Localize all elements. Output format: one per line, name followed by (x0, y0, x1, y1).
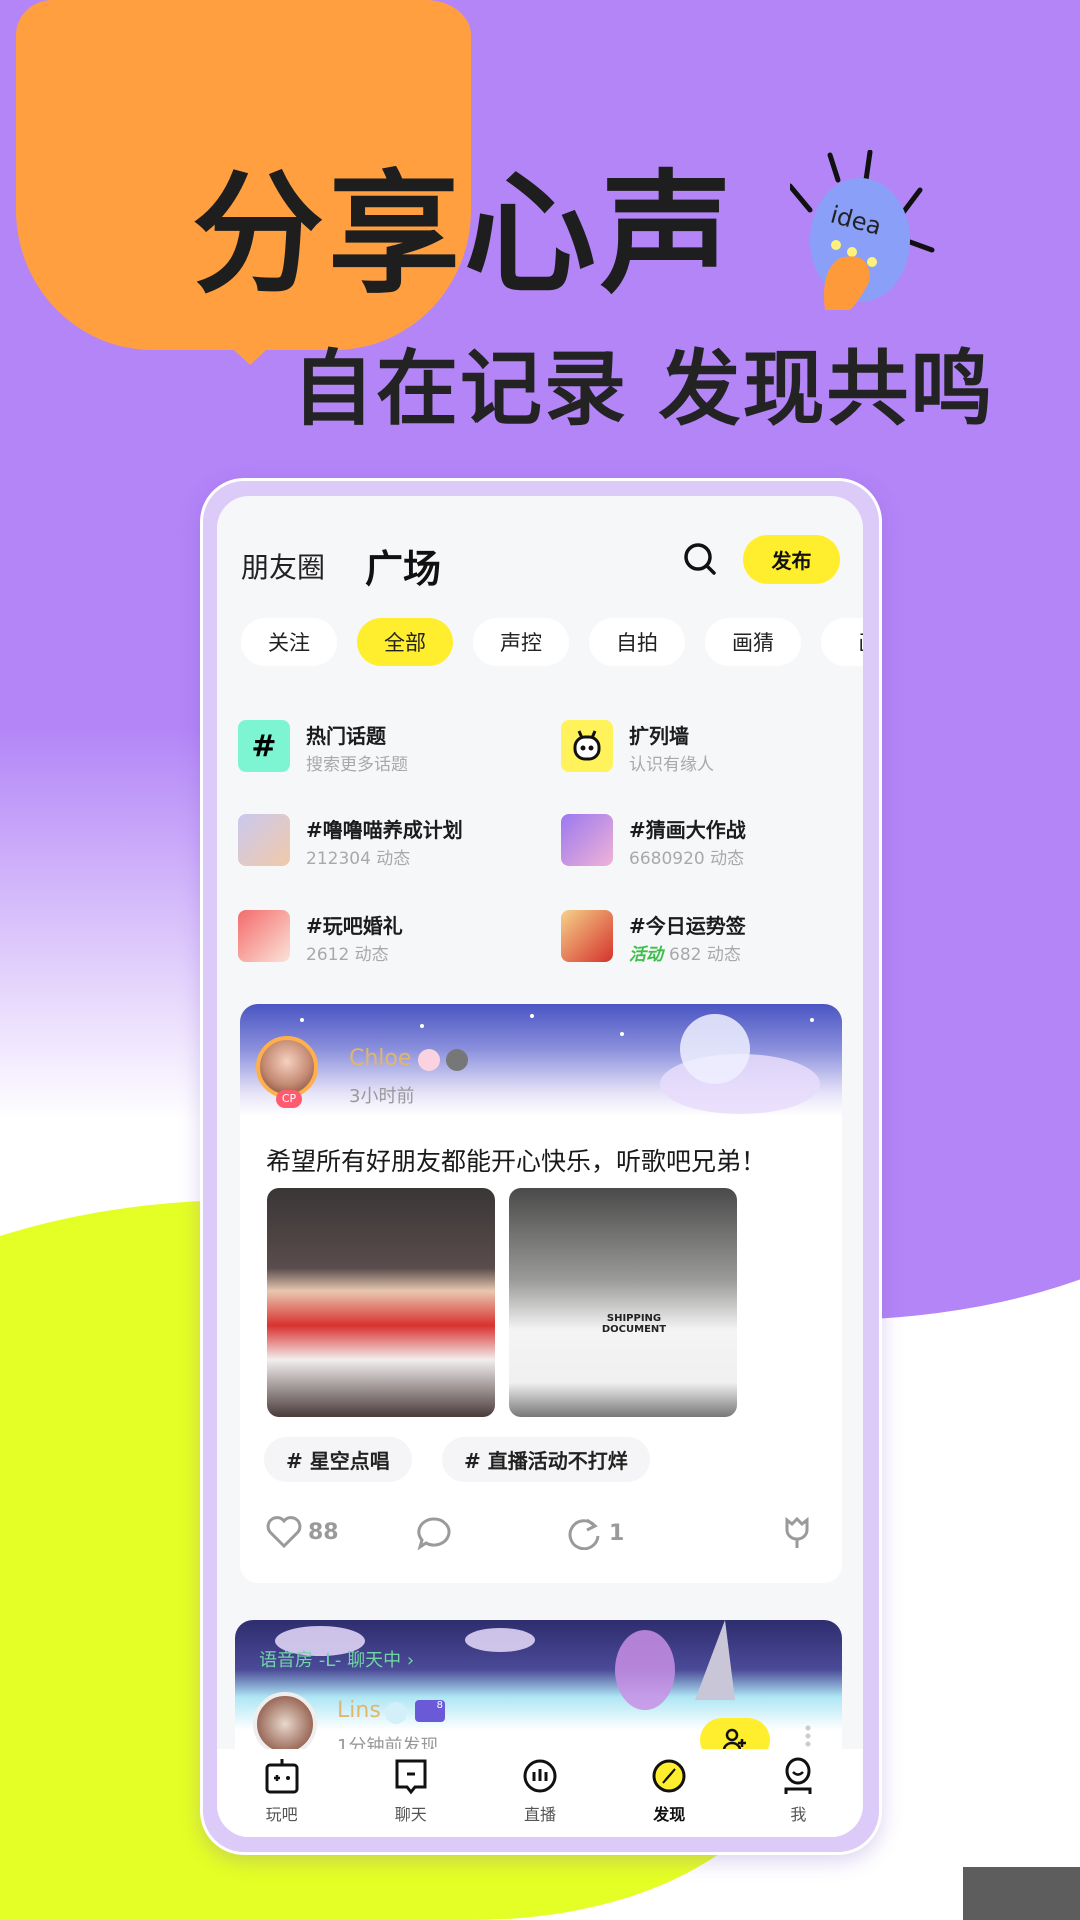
like-button[interactable]: 88 (266, 1516, 339, 1548)
chip-selfie[interactable]: 自拍 (589, 618, 685, 666)
chat-icon (395, 1759, 427, 1795)
activity-badge: 活动 (629, 945, 663, 965)
hash-icon: # (238, 720, 290, 772)
topic-title: #今日运势签 (629, 914, 746, 938)
chip-voice[interactable]: 声控 (473, 618, 569, 666)
gift-flower-button[interactable] (782, 1516, 812, 1550)
wedding-thumbnail (238, 910, 290, 962)
topic-sub: 活动 682 动态 (629, 940, 741, 965)
share-button[interactable]: 1 (567, 1516, 624, 1550)
user-avatar[interactable] (253, 1692, 317, 1756)
topic-title: #玩吧婚礼 (306, 914, 403, 938)
topic-title: 热门话题 (306, 724, 386, 748)
topic-title: #噜噜喵养成计划 (306, 818, 463, 842)
app-screen: 朋友圈 广场 发布 关注 全部 声控 自拍 画猜 画 # 热门话题 搜索更多话题… (217, 496, 863, 1837)
post-photo-1[interactable] (267, 1188, 495, 1417)
user-avatar[interactable] (256, 1036, 318, 1098)
category-chips: 关注 全部 声控 自拍 画猜 画 (241, 618, 863, 666)
topic-title: #猜画大作战 (629, 818, 746, 842)
tab-label: 直播 (524, 1805, 557, 1824)
profile-icon (784, 1757, 812, 1794)
share-count: 1 (609, 1520, 625, 1546)
post-banner (240, 1004, 842, 1116)
tab-label: 玩吧 (265, 1805, 298, 1824)
publish-button[interactable]: 发布 (743, 535, 840, 584)
idea-bulb-icon: idea (790, 150, 935, 310)
post-time: 3小时前 (349, 1086, 415, 1107)
shirt-print-text: SHIPPING DOCUMENT (601, 1313, 667, 1335)
flower-icon (785, 1516, 809, 1548)
chip-draw-guess[interactable]: 画猜 (705, 618, 801, 666)
gender-icon (418, 1049, 440, 1071)
chip-all[interactable]: 全部 (357, 618, 453, 666)
promo-headline: 分享心声 (192, 158, 736, 312)
tab-label: 我 (790, 1805, 807, 1824)
promo-subline: 自在记录 发现共鸣 (292, 342, 995, 437)
chip-follow[interactable]: 关注 (241, 618, 337, 666)
bug-face-icon (561, 720, 613, 772)
post-card[interactable]: CP Chloe 3小时前 希望所有好朋友都能开心快乐，听歌吧兄弟！ SHIPP… (240, 1004, 842, 1583)
fortune-thumbnail (561, 910, 613, 962)
post-username[interactable]: Chloe (349, 1046, 411, 1071)
live-icon (523, 1759, 557, 1793)
topic-count: 682 动态 (669, 945, 741, 965)
tab-moments[interactable]: 朋友圈 (241, 546, 325, 586)
post-tag[interactable]: # 星空点唱 (264, 1437, 412, 1482)
topic-title: 扩列墙 (629, 724, 689, 748)
game-icon (265, 1759, 299, 1794)
tab-label: 聊天 (394, 1805, 427, 1824)
tab-play[interactable]: 玩吧 (217, 1749, 346, 1837)
like-count: 88 (308, 1519, 339, 1545)
paint-thumbnail (561, 814, 613, 866)
gender-icon (385, 1702, 407, 1724)
topic-wedding[interactable]: #玩吧婚礼 2612 动态 (238, 910, 538, 966)
chip-draw[interactable]: 画 (821, 618, 863, 666)
topic-draw-guess[interactable]: #猜画大作战 6680920 动态 (561, 814, 861, 870)
post-username[interactable]: Lins (337, 1698, 381, 1723)
comment-icon (417, 1517, 451, 1550)
tab-chat[interactable]: 聊天 (346, 1749, 475, 1837)
comment-button[interactable] (416, 1516, 452, 1550)
tab-discover[interactable]: 发现 (605, 1749, 734, 1837)
tab-square[interactable]: 广场 (365, 538, 441, 593)
crown-level-badge: 8 (415, 1700, 445, 1722)
search-icon[interactable] (683, 542, 717, 576)
bottom-tab-bar: 玩吧 聊天 直播 发现 我 (217, 1749, 863, 1837)
cp-badge: CP (276, 1090, 302, 1108)
more-icon[interactable] (805, 1724, 811, 1748)
corner-block (963, 1867, 1080, 1920)
tab-live[interactable]: 直播 (475, 1749, 604, 1837)
post-text: 希望所有好朋友都能开心快乐，听歌吧兄弟！ (266, 1147, 767, 1176)
post-tag[interactable]: # 直播活动不打烊 (442, 1437, 650, 1482)
topic-sub: 212304 动态 (306, 849, 411, 869)
topic-sub: 6680920 动态 (629, 849, 745, 869)
topic-sub: 2612 动态 (306, 945, 389, 965)
topic-friend-wall[interactable]: 扩列墙 认识有缘人 (561, 720, 861, 776)
topic-sub: 搜索更多话题 (306, 755, 408, 775)
voice-room-link[interactable]: 语音房 -L- 聊天中 › (259, 1646, 414, 1672)
topic-cat[interactable]: #噜噜喵养成计划 212304 动态 (238, 814, 538, 870)
topic-fortune[interactable]: #今日运势签 活动 682 动态 (561, 910, 861, 966)
compass-icon (652, 1759, 686, 1793)
voice-room-banner (235, 1620, 842, 1730)
post-photo-2[interactable]: SHIPPING DOCUMENT (509, 1188, 737, 1417)
heart-icon (266, 1516, 302, 1548)
tab-me[interactable]: 我 (734, 1749, 863, 1837)
cat-thumbnail (238, 814, 290, 866)
topic-sub: 认识有缘人 (629, 755, 714, 775)
tab-label: 发现 (653, 1805, 686, 1824)
topic-hot[interactable]: # 热门话题 搜索更多话题 (238, 720, 538, 776)
share-icon (568, 1518, 600, 1550)
level-badge-icon (446, 1049, 468, 1071)
